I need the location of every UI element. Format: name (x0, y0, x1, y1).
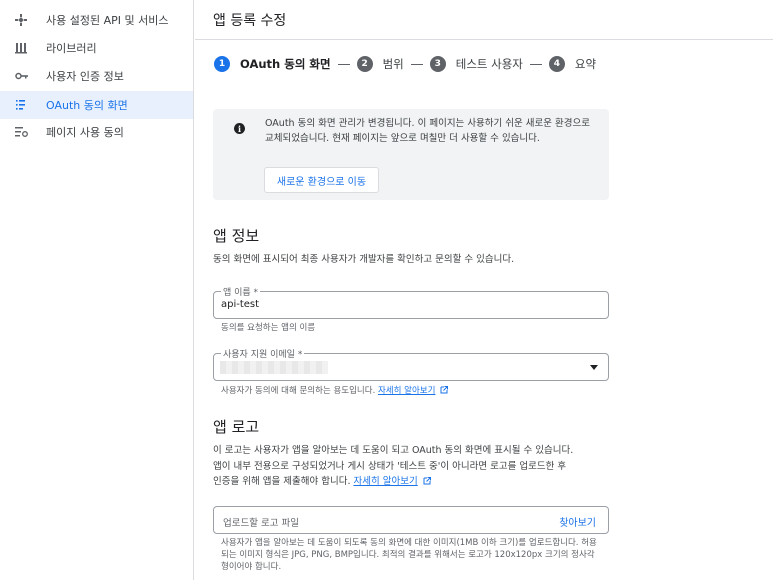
app-name-label: 앱 이름 * (221, 285, 261, 298)
sidebar-item-oauth-consent[interactable]: OAuth 동의 화면 (0, 91, 193, 119)
new-experience-button[interactable]: 새로운 환경으로 이동 (264, 167, 379, 193)
external-link-icon (440, 386, 449, 394)
stepper: 1 OAuth 동의 화면 2 범위 3 테스트 사용자 4 요약 (214, 55, 596, 73)
api-services-icon (14, 13, 28, 27)
step-number: 2 (356, 56, 373, 72)
logo-upload-helper: 사용자가 앱을 알아보는 데 도움이 되도록 동의 화면에 대한 이미지(1MB… (221, 538, 597, 572)
sidebar-item-enabled-apis[interactable]: 사용 설정된 API 및 서비스 (0, 6, 193, 34)
app-info-description: 동의 화면에 표시되어 최종 사용자가 개발자를 확인하고 문의할 수 있습니다… (213, 254, 515, 265)
sidebar-item-library[interactable]: 라이브러리 (0, 34, 193, 62)
step-separator (410, 63, 423, 65)
step-separator (529, 63, 542, 65)
sidebar-item-label: 라이브러리 (46, 42, 97, 55)
app-name-field[interactable]: 앱 이름 * api-test (213, 285, 609, 319)
support-email-select[interactable]: 사용자 지원 이메일 * (213, 347, 609, 381)
sidebar-item-label: 사용 설정된 API 및 서비스 (46, 14, 169, 27)
logo-upload-field[interactable]: 업로드할 로고 파일 찾아보기 (213, 506, 609, 534)
info-icon: i (234, 123, 245, 134)
external-link-icon (423, 477, 431, 485)
support-email-label: 사용자 지원 이메일 * (221, 347, 305, 360)
step-number: 4 (548, 56, 565, 72)
app-logo-title: 앱 로고 (213, 418, 260, 436)
dropdown-arrow-icon (590, 365, 598, 370)
app-info-title: 앱 정보 (213, 227, 260, 245)
step-test-users[interactable]: 테스트 사용자 (456, 56, 523, 72)
app-name-helper: 동의를 요청하는 앱의 이름 (221, 323, 316, 333)
library-icon (14, 41, 28, 55)
sidebar-item-label: 사용자 인증 정보 (46, 70, 124, 83)
step-oauth-consent[interactable]: OAuth 동의 화면 (240, 56, 331, 72)
sidebar: 사용 설정된 API 및 서비스 라이브러리 사용자 인증 정보 OAuth 동… (0, 0, 194, 580)
step-number: 1 (214, 56, 230, 72)
sidebar-item-credentials[interactable]: 사용자 인증 정보 (0, 62, 193, 90)
app-logo-description-3-line: 인증을 위해 앱을 제출해야 합니다. 자세히 알아보기 (213, 473, 431, 490)
page-usage-icon (14, 125, 28, 139)
sidebar-item-label: 페이지 사용 동의 (46, 126, 124, 139)
page-title: 앱 등록 수정 (213, 13, 287, 29)
info-banner: i OAuth 동의 화면 관리가 변경됩니다. 이 페이지는 사용하기 쉬운 … (213, 109, 609, 200)
redacted-email-value (220, 361, 328, 374)
logo-upload-placeholder: 업로드할 로고 파일 (223, 518, 299, 529)
consent-screen-icon (14, 98, 28, 112)
browse-button[interactable]: 찾아보기 (559, 514, 596, 529)
app-name-value: api-test (221, 299, 260, 310)
step-number: 3 (429, 56, 446, 72)
step-separator (337, 63, 350, 65)
sidebar-item-label: OAuth 동의 화면 (46, 99, 128, 112)
learn-more-link[interactable]: 자세히 알아보기 (354, 476, 418, 487)
support-email-helper: 사용자가 동의에 대해 문의하는 용도입니다. 자세히 알아보기 (221, 384, 449, 396)
app-logo-description-1: 이 로고는 사용자가 앱을 알아보는 데 도움이 되고 OAuth 동의 화면에… (213, 445, 574, 456)
learn-more-link[interactable]: 자세히 알아보기 (378, 386, 435, 396)
sidebar-item-page-usage[interactable]: 페이지 사용 동의 (0, 118, 193, 146)
support-email-helper-text: 사용자가 동의에 대해 문의하는 용도입니다. (221, 386, 376, 396)
key-icon (14, 69, 28, 83)
banner-text: OAuth 동의 화면 관리가 변경됩니다. 이 페이지는 사용하기 쉬운 새로… (265, 118, 590, 144)
header-divider (195, 39, 773, 40)
step-scopes[interactable]: 범위 (383, 56, 404, 72)
step-summary[interactable]: 요약 (575, 56, 596, 72)
app-logo-description-3: 인증을 위해 앱을 제출해야 합니다. (213, 476, 351, 487)
main-content: 앱 등록 수정 1 OAuth 동의 화면 2 범위 3 테스트 사용자 4 요… (195, 0, 773, 580)
